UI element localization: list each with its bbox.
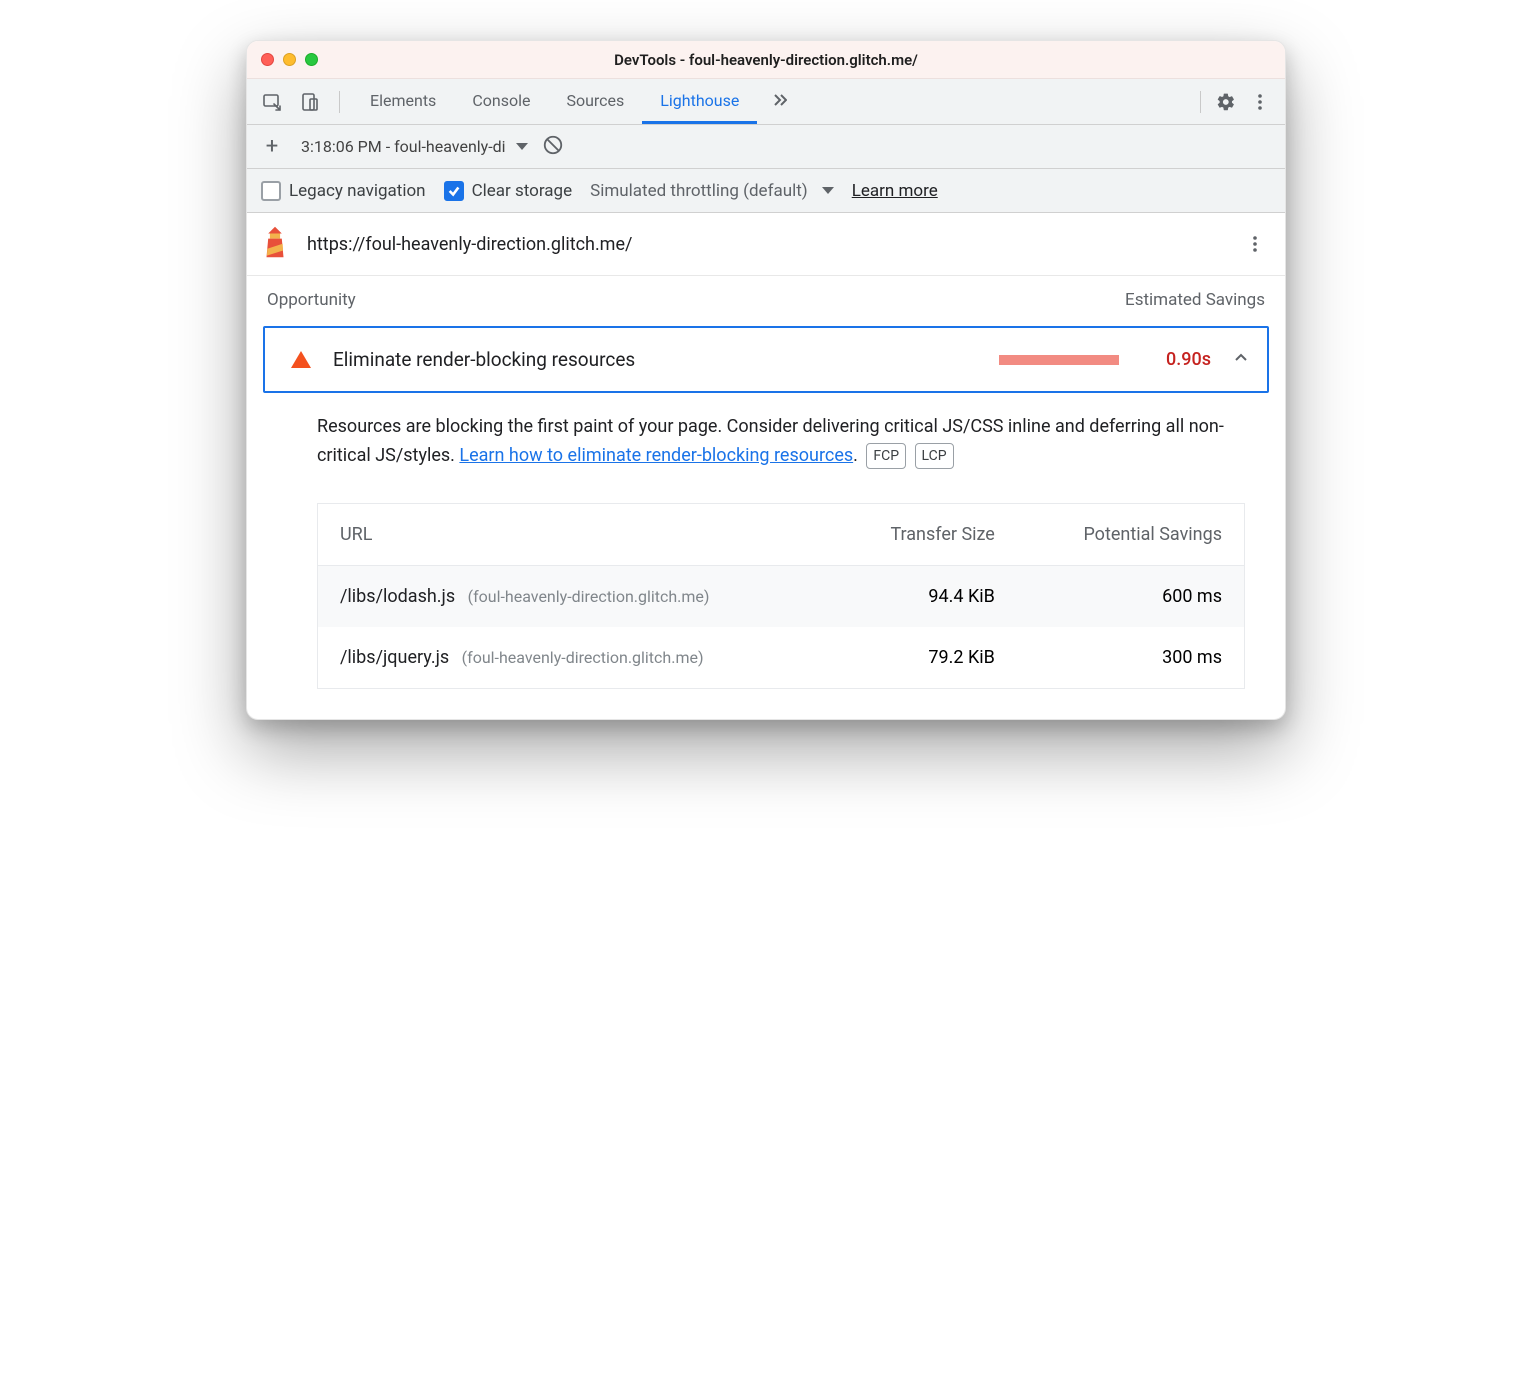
report-url: https://foul-heavenly-direction.glitch.m… <box>307 234 632 255</box>
titlebar: DevTools - foul-heavenly-direction.glitc… <box>247 41 1285 79</box>
table-row: /libs/jquery.js (foul-heavenly-direction… <box>318 627 1245 689</box>
clear-storage-label: Clear storage <box>472 181 573 201</box>
chevron-down-icon <box>516 143 528 150</box>
legacy-navigation-option[interactable]: Legacy navigation <box>261 181 426 201</box>
tab-lighthouse[interactable]: Lighthouse <box>642 79 757 124</box>
lighthouse-subbar: + 3:18:06 PM - foul-heavenly-di <box>247 125 1285 169</box>
url-path: /libs/jquery.js <box>340 647 449 668</box>
device-toolbar-icon[interactable] <box>293 85 327 119</box>
cell-size: 94.4 KiB <box>832 565 1017 627</box>
lighthouse-icon <box>261 225 291 263</box>
savings-bar <box>999 355 1119 365</box>
lighthouse-options-bar: Legacy navigation Clear storage Simulate… <box>247 169 1285 213</box>
cell-url: /libs/jquery.js (foul-heavenly-direction… <box>318 627 833 689</box>
inspect-element-icon[interactable] <box>255 85 289 119</box>
cell-size: 79.2 KiB <box>832 627 1017 689</box>
audit-learn-link[interactable]: Learn how to eliminate render-blocking r… <box>459 445 853 466</box>
table-row: /libs/lodash.js (foul-heavenly-direction… <box>318 565 1245 627</box>
tabs-overflow-icon[interactable] <box>757 79 799 124</box>
table-header-row: URL Transfer Size Potential Savings <box>318 503 1245 565</box>
audit-title: Eliminate render-blocking resources <box>333 348 977 371</box>
url-path: /libs/lodash.js <box>340 586 455 607</box>
toolbar-separator <box>339 91 340 113</box>
savings-value: 0.90s <box>1141 349 1211 370</box>
col-size: Transfer Size <box>832 503 1017 565</box>
clear-all-icon[interactable] <box>542 134 564 160</box>
throttling-label: Simulated throttling (default) <box>590 181 808 201</box>
throttling-selector[interactable]: Simulated throttling (default) <box>590 181 834 201</box>
tab-elements[interactable]: Elements <box>352 79 454 124</box>
panel-tabs: Elements Console Sources Lighthouse <box>352 79 799 124</box>
col-savings: Potential Savings <box>1017 503 1245 565</box>
window-title: DevTools - foul-heavenly-direction.glitc… <box>247 51 1285 69</box>
audit-render-blocking[interactable]: Eliminate render-blocking resources 0.90… <box>263 326 1269 393</box>
url-host: (foul-heavenly-direction.glitch.me) <box>462 648 704 667</box>
cell-url: /libs/lodash.js (foul-heavenly-direction… <box>318 565 833 627</box>
cell-savings: 600 ms <box>1017 565 1245 627</box>
settings-icon[interactable] <box>1209 85 1243 119</box>
report-menu-icon[interactable] <box>1241 230 1269 258</box>
savings-heading: Estimated Savings <box>1125 290 1265 310</box>
chevron-up-icon <box>1233 350 1249 370</box>
url-host: (foul-heavenly-direction.glitch.me) <box>468 587 710 606</box>
new-report-button[interactable]: + <box>257 132 287 162</box>
opportunities-header: Opportunity Estimated Savings <box>247 276 1285 320</box>
main-toolbar: Elements Console Sources Lighthouse <box>247 79 1285 125</box>
report-selector-label: 3:18:06 PM - foul-heavenly-di <box>301 137 506 156</box>
checkbox-unchecked-icon <box>261 181 281 201</box>
report-url-bar: https://foul-heavenly-direction.glitch.m… <box>247 213 1285 276</box>
clear-storage-option[interactable]: Clear storage <box>444 181 573 201</box>
col-url: URL <box>318 503 833 565</box>
audit-details-table-wrap: URL Transfer Size Potential Savings /lib… <box>247 475 1285 719</box>
toolbar-separator <box>1200 91 1201 113</box>
audit-description-post: . <box>853 445 858 466</box>
metric-badge-lcp: LCP <box>915 443 954 469</box>
tab-console[interactable]: Console <box>454 79 548 124</box>
checkbox-checked-icon <box>444 181 464 201</box>
chevron-down-icon <box>822 187 834 194</box>
opportunity-heading: Opportunity <box>267 290 356 310</box>
audit-description: Resources are blocking the first paint o… <box>247 393 1285 475</box>
audit-details-table: URL Transfer Size Potential Savings /lib… <box>317 503 1245 689</box>
tab-sources[interactable]: Sources <box>548 79 642 124</box>
devtools-window: DevTools - foul-heavenly-direction.glitc… <box>246 40 1286 720</box>
more-menu-icon[interactable] <box>1243 85 1277 119</box>
cell-savings: 300 ms <box>1017 627 1245 689</box>
report-selector[interactable]: 3:18:06 PM - foul-heavenly-di <box>301 137 528 156</box>
legacy-navigation-label: Legacy navigation <box>289 181 426 201</box>
fail-triangle-icon <box>291 351 311 368</box>
learn-more-link[interactable]: Learn more <box>852 181 938 201</box>
metric-badge-fcp: FCP <box>866 443 906 469</box>
